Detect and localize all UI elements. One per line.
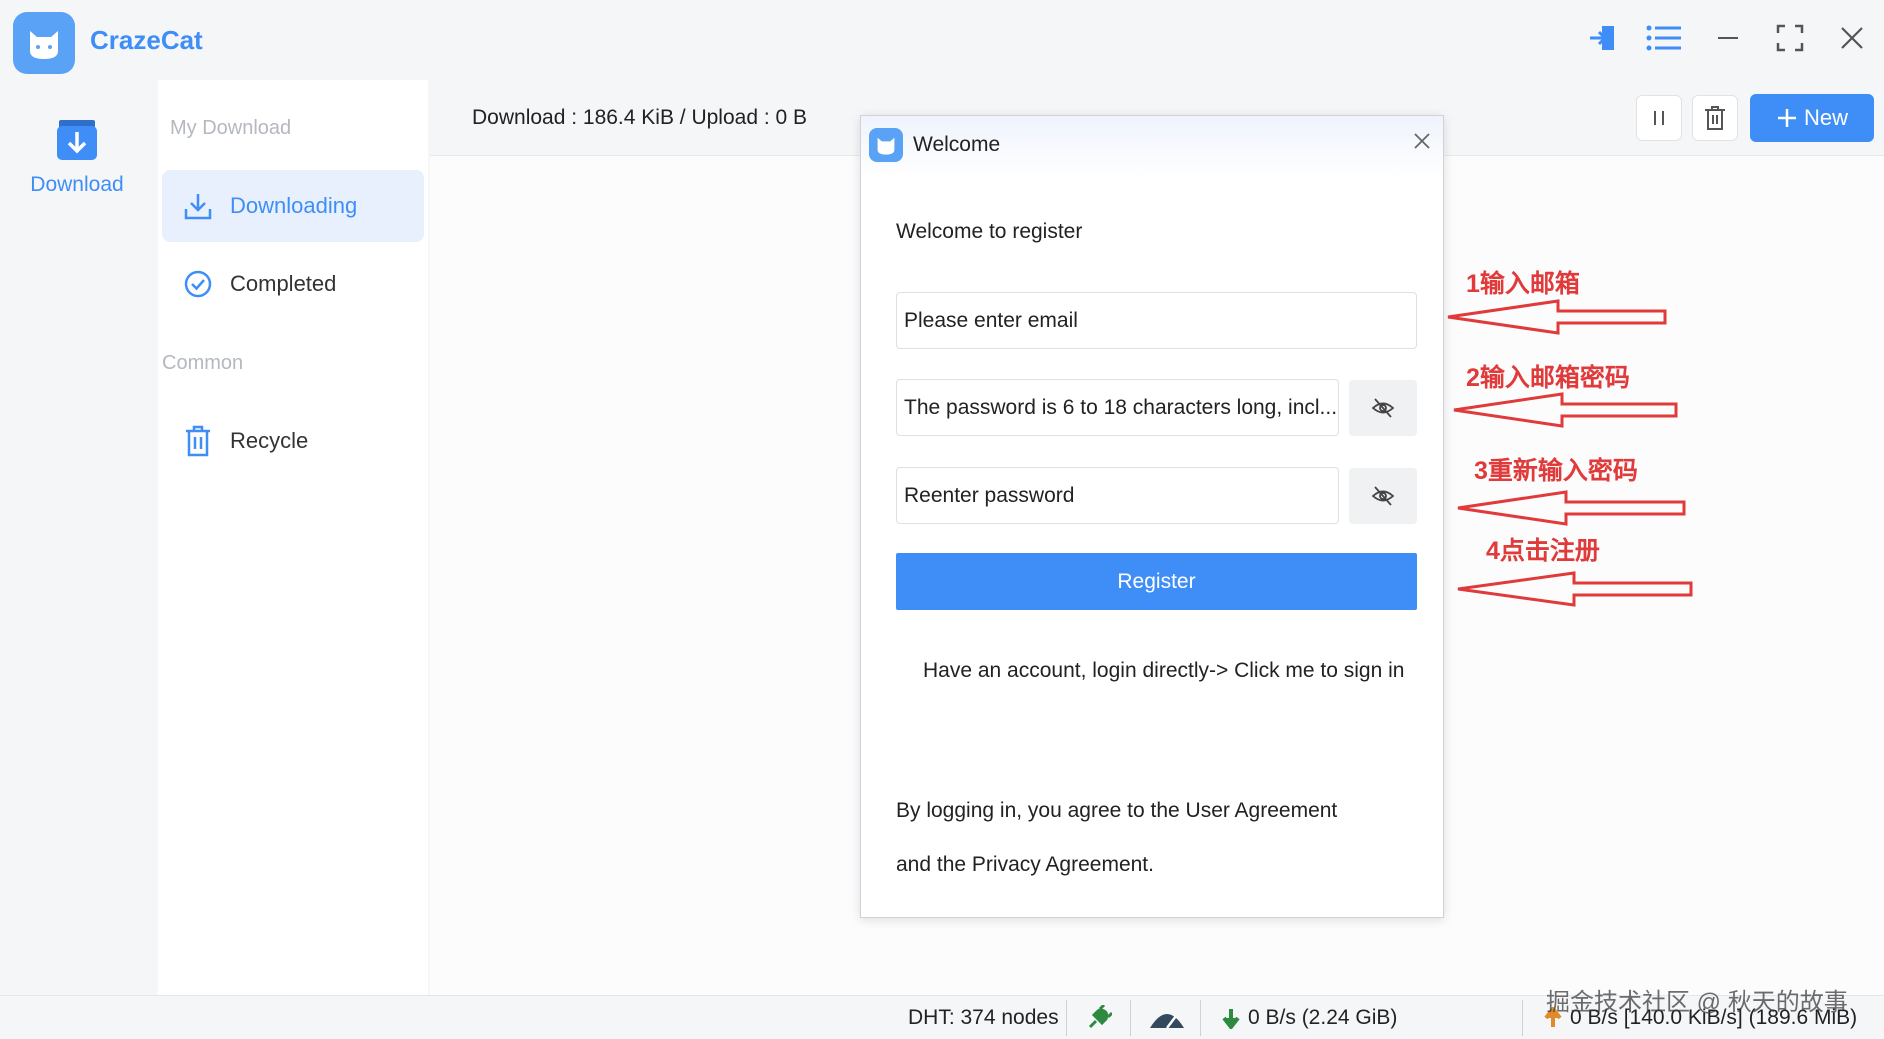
download-speed-text: 0 B/s (2.24 GiB) [1248, 1006, 1398, 1029]
dht-status: DHT: 374 nodes [908, 996, 1059, 1039]
speed-gauge-icon[interactable] [1148, 996, 1186, 1039]
dht-text: DHT: 374 nodes [908, 1006, 1059, 1029]
arrow-1 [1447, 299, 1667, 335]
arrow-3 [1457, 490, 1686, 526]
annotation-arrows [1447, 299, 1693, 607]
arrow-down-icon [1222, 1009, 1240, 1029]
plugin-icon[interactable] [1086, 996, 1112, 1039]
arrow-4 [1457, 571, 1693, 607]
watermark: 掘金技术社区 @ 秋天的故事 [1546, 989, 1848, 1016]
download-speed: 0 B/s (2.24 GiB) [1222, 996, 1397, 1039]
arrow-2 [1453, 392, 1678, 428]
separator [1200, 1000, 1201, 1036]
separator [1130, 1000, 1131, 1036]
separator [1522, 1000, 1523, 1036]
separator [1066, 1000, 1067, 1036]
